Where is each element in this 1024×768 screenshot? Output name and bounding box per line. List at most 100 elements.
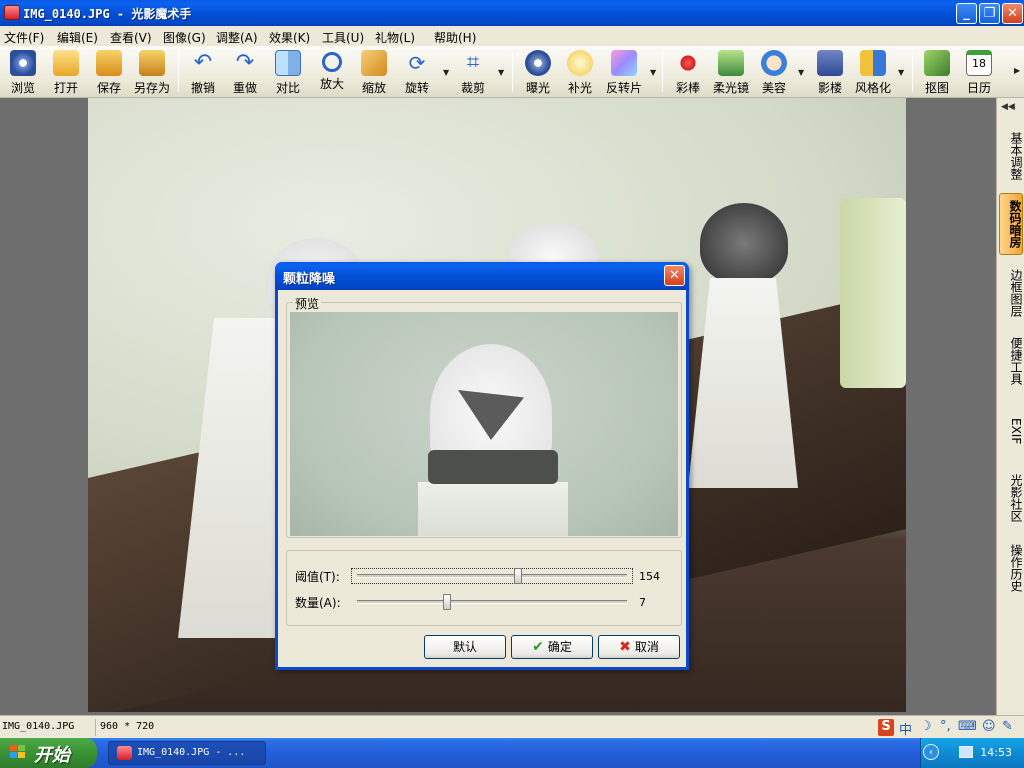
menu-edit[interactable]: 编辑(E) — [57, 29, 98, 46]
grain-denoise-dialog: 颗粒降噪 ✕ 预览 阈值(T): 154 数量(A): 7 默认 ✔ 确定 ✖ 取消 — [275, 262, 689, 670]
save-as-icon — [139, 50, 165, 76]
threshold-label: 阈值(T): — [295, 570, 340, 584]
rotate-dropdown-icon[interactable]: ▼ — [443, 68, 449, 77]
minimize-button[interactable]: _ — [956, 3, 977, 24]
tray-expand-icon[interactable]: ‹ — [923, 744, 939, 760]
status-dimensions: 960 * 720 — [100, 721, 155, 732]
threshold-slider-thumb[interactable] — [514, 568, 522, 584]
toolbar-more-icon[interactable]: ▶ — [1014, 66, 1020, 75]
save-as-button[interactable]: 另存为 — [132, 48, 172, 96]
default-button[interactable]: 默认 — [424, 635, 506, 659]
side-tab-basic-adjust[interactable]: 基本调整 — [999, 126, 1023, 186]
stylize-button[interactable]: 风格化 — [852, 48, 894, 96]
ime-moon-icon[interactable]: ☽ — [920, 719, 932, 736]
threshold-slider[interactable] — [351, 568, 633, 584]
color-wand-icon — [675, 50, 701, 76]
redo-button[interactable]: ↷ 重做 — [229, 48, 261, 96]
rotate-button[interactable]: ⟳ 旋转 — [401, 48, 433, 96]
dialog-title: 颗粒降噪 — [283, 272, 336, 287]
menu-view[interactable]: 查看(V) — [110, 29, 152, 46]
studio-button[interactable]: 影楼 — [814, 48, 846, 96]
panel-collapse-icon[interactable]: ◀◀ — [1001, 102, 1015, 112]
exposure-button[interactable]: 曝光 — [522, 48, 554, 96]
bulb-icon — [567, 50, 593, 76]
film-icon — [611, 50, 637, 76]
soft-light-button[interactable]: 柔光镜 — [710, 48, 752, 96]
app-icon — [4, 5, 20, 20]
browse-button[interactable]: 浏览 — [6, 48, 40, 96]
color-wand-button[interactable]: 彩棒 — [672, 48, 704, 96]
open-button[interactable]: 打开 — [50, 48, 82, 96]
redo-icon: ↷ — [235, 50, 255, 75]
ime-punct-icon[interactable]: °, — [940, 719, 951, 736]
beauty-button[interactable]: 美容 — [758, 48, 790, 96]
film-dropdown-icon[interactable]: ▼ — [650, 68, 656, 77]
ime-chinese-mode[interactable]: 中 — [899, 719, 912, 738]
beauty-icon — [761, 50, 787, 76]
save-icon — [96, 50, 122, 76]
controls-group: 阈值(T): 154 数量(A): 7 — [286, 550, 682, 626]
ime-user-icon[interactable]: ☺ — [982, 719, 996, 736]
crop-button[interactable]: ⌗ 裁剪 — [457, 48, 489, 96]
close-button[interactable]: ✕ — [1002, 3, 1023, 24]
menu-gifts[interactable]: 礼物(L) — [375, 29, 415, 46]
compare-icon — [275, 50, 301, 76]
stylize-dropdown-icon[interactable]: ▼ — [898, 68, 904, 77]
app-icon — [117, 746, 132, 760]
ime-logo-icon[interactable]: S — [878, 719, 894, 736]
start-button[interactable]: 开始 — [0, 738, 97, 768]
ime-tools-icon[interactable]: ✎ — [1002, 719, 1013, 736]
menu-adjust[interactable]: 调整(A) — [216, 29, 258, 46]
dialog-close-button[interactable]: ✕ — [664, 265, 685, 286]
menu-tools[interactable]: 工具(U) — [322, 29, 364, 46]
ok-button[interactable]: ✔ 确定 — [511, 635, 593, 659]
folder-icon — [53, 50, 79, 76]
side-tab-community[interactable]: 光影社区 — [999, 468, 1023, 528]
save-button[interactable]: 保存 — [93, 48, 125, 96]
fill-light-button[interactable]: 补光 — [564, 48, 596, 96]
eye-icon — [10, 50, 36, 76]
restore-button[interactable]: ❐ — [979, 3, 1000, 24]
side-tab-border-layer[interactable]: 边框图层 — [999, 263, 1023, 323]
side-tab-exif[interactable]: EXIF — [999, 402, 1023, 460]
calendar-icon: 18 — [966, 50, 992, 76]
cutout-button[interactable]: 抠图 — [921, 48, 953, 96]
crop-dropdown-icon[interactable]: ▼ — [498, 68, 504, 77]
reversal-film-button[interactable]: 反转片 — [603, 48, 645, 96]
amount-label: 数量(A): — [295, 596, 341, 610]
menu-file[interactable]: 文件(F) — [4, 29, 44, 46]
clock[interactable]: 14:53 — [980, 746, 1012, 759]
windows-logo-icon — [10, 745, 27, 760]
side-tab-history[interactable]: 操作历史 — [999, 538, 1023, 598]
status-bar: IMG_0140.JPG 960 * 720 S 中 ☽ °, ⌨ ☺ ✎ — [0, 715, 1024, 738]
taskbar-app-item[interactable]: IMG_0140.JPG - ... — [108, 741, 266, 765]
preview-label: 预览 — [293, 295, 322, 312]
beauty-dropdown-icon[interactable]: ▼ — [798, 68, 804, 77]
menu-image[interactable]: 图像(G) — [163, 29, 206, 46]
status-filename: IMG_0140.JPG — [2, 721, 75, 732]
cancel-button[interactable]: ✖ 取消 — [598, 635, 680, 659]
menu-effects[interactable]: 效果(K) — [269, 29, 310, 46]
menu-bar: 文件(F) 编辑(E) 查看(V) 图像(G) 调整(A) 效果(K) 工具(U… — [0, 26, 1024, 46]
zoom-in-button[interactable]: 放大 — [316, 48, 348, 96]
studio-icon — [817, 50, 843, 76]
crop-icon: ⌗ — [466, 50, 480, 75]
threshold-value: 154 — [639, 570, 660, 583]
resize-button[interactable]: 缩放 — [358, 48, 390, 96]
ime-keyboard-icon[interactable]: ⌨ — [958, 719, 977, 736]
calendar-button[interactable]: 18 日历 — [963, 48, 995, 96]
exposure-icon — [525, 50, 551, 76]
side-tab-quick-tools[interactable]: 便捷工具 — [999, 331, 1023, 391]
side-tab-digital-darkroom[interactable]: 数码暗房 — [999, 193, 1023, 255]
compare-button[interactable]: 对比 — [272, 48, 304, 96]
menu-help[interactable]: 帮助(H) — [434, 29, 476, 46]
cutout-icon — [924, 50, 950, 76]
network-icon[interactable] — [959, 746, 973, 758]
zoom-in-icon — [322, 52, 342, 72]
cross-icon: ✖ — [619, 639, 631, 655]
amount-slider-thumb[interactable] — [443, 594, 451, 610]
undo-button[interactable]: ↶ 撤销 — [187, 48, 219, 96]
stylize-icon — [860, 50, 886, 76]
title-bar: IMG_0140.JPG - 光影魔术手 _ ❐ ✕ — [0, 0, 1024, 26]
amount-slider[interactable] — [357, 594, 627, 610]
